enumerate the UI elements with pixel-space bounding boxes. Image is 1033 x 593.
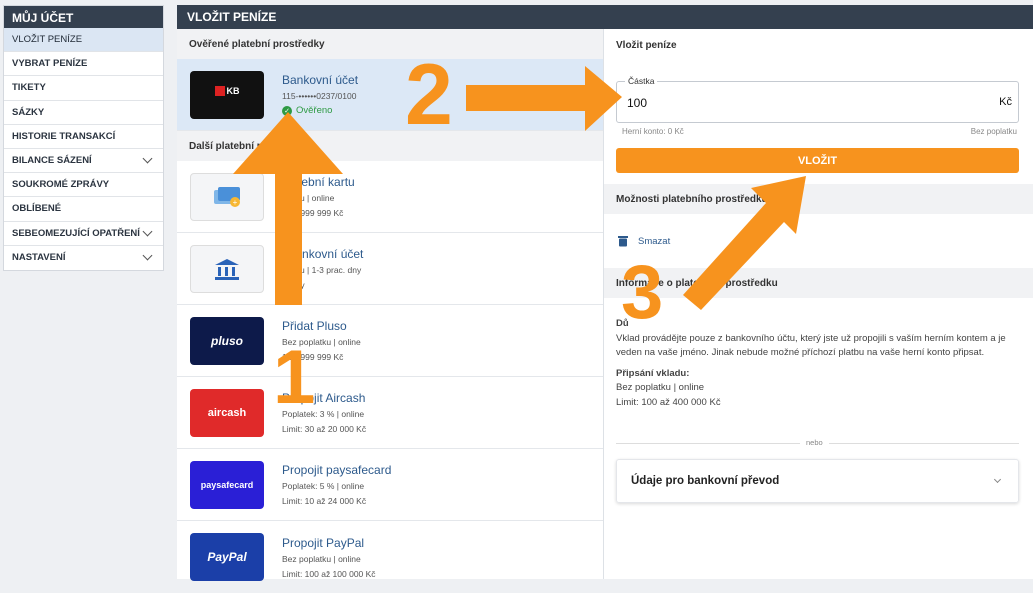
sidebar-title: MŮJ ÚČET bbox=[4, 6, 163, 28]
amount-label: Částka bbox=[625, 76, 658, 86]
payment-methods-column: Ověřené platební prostředky KB Bankovní … bbox=[177, 29, 603, 581]
sidebar-item-history[interactable]: HISTORIE TRANSAKCÍ bbox=[4, 125, 163, 149]
sidebar-item-withdraw[interactable]: VYBRAT PENÍZE bbox=[4, 52, 163, 77]
method-title: platební kartu bbox=[282, 175, 355, 189]
deposit-panel: VLOŽIT PENÍZE Ověřené platební prostředk… bbox=[177, 5, 1033, 581]
or-label: nebo bbox=[800, 438, 829, 447]
paypal-logo-text: PayPal bbox=[207, 550, 247, 564]
method-fee: platku | online bbox=[282, 193, 335, 203]
method-title: Propojit paysafecard bbox=[282, 463, 392, 477]
bank-transfer-label: Údaje pro bankovní převod bbox=[631, 475, 780, 487]
deposit-form-column: Vložit peníze Částka 100 Kč Herní konto:… bbox=[603, 29, 1033, 579]
chevron-down-icon bbox=[142, 226, 153, 237]
other-methods-heading: Další platební pros bbox=[177, 131, 603, 161]
sidebar-item-messages[interactable]: SOUKROMÉ ZPRÁVY bbox=[4, 173, 163, 198]
sidebar-item-settings[interactable]: NASTAVENÍ bbox=[4, 246, 163, 270]
info-text: Vklad provádějte pouze z bankovního účtu… bbox=[616, 332, 1006, 359]
sidebar-item-self-limit[interactable]: SEBEOMEZUJÍCÍ OPATŘENÍ bbox=[4, 222, 163, 246]
verified-methods-heading: Ověřené platební prostředky bbox=[177, 29, 603, 59]
method-limit: Limit: 10 až 24 000 Kč bbox=[282, 496, 367, 506]
paysafecard-logo-text: paysafecard bbox=[200, 479, 254, 490]
delete-label: Smazat bbox=[638, 235, 671, 247]
chevron-down-icon bbox=[993, 475, 1002, 483]
pluso-logo-text: pluso bbox=[211, 333, 243, 348]
method-title: Přidat Pluso bbox=[282, 319, 347, 333]
sidebar-item-balance[interactable]: BILANCE SÁZENÍ bbox=[4, 149, 163, 174]
sidebar-item-label: SEBEOMEZUJÍCÍ OPATŘENÍ bbox=[12, 227, 140, 239]
chevron-down-icon bbox=[142, 153, 153, 164]
deposit-button[interactable]: VLOŽIT bbox=[616, 148, 1019, 173]
kb-logo-text: KB bbox=[226, 85, 240, 96]
bank-icon bbox=[190, 244, 264, 293]
info-title: Dů bbox=[616, 318, 629, 329]
kb-logo: KB bbox=[190, 70, 264, 119]
check-icon: ✓ bbox=[282, 105, 292, 116]
bank-transfer-details[interactable]: Údaje pro bankovní převod bbox=[616, 459, 1019, 503]
sidebar-item-tickets[interactable]: TIKETY bbox=[4, 76, 163, 101]
method-fee: Bez poplatku | online bbox=[282, 553, 361, 564]
method-title: Propojit PayPal bbox=[282, 535, 365, 550]
verified-status: ✓ Ověřeno bbox=[282, 105, 358, 116]
verified-bank-account[interactable]: KB Bankovní účet 115-••••••0237/0100 ✓ Ov… bbox=[177, 59, 603, 131]
verified-title: Bankovní účet bbox=[282, 73, 359, 87]
card-icon: + bbox=[190, 172, 264, 221]
sidebar-item-bets[interactable]: SÁZKY bbox=[4, 101, 163, 125]
svg-text:+: + bbox=[233, 198, 238, 207]
verified-status-text: Ověřeno bbox=[296, 105, 333, 116]
credit-title: Připsání vkladu: bbox=[616, 367, 690, 379]
sidebar-item-label: OBLÍBENÉ bbox=[12, 203, 62, 215]
amount-field[interactable]: Částka 100 Kč bbox=[616, 76, 1019, 123]
method-limit: 0 až 999 999 Kč bbox=[282, 208, 344, 218]
pluso-logo: pluso bbox=[190, 316, 264, 365]
account-number: 115-••••••0237/0100 bbox=[282, 91, 357, 101]
paypal-logo: PayPal bbox=[190, 533, 264, 581]
add-aircash-method[interactable]: aircash Propojit Aircash Poplatek: 3 % |… bbox=[177, 377, 603, 449]
step-number-2: 2 bbox=[405, 47, 453, 143]
options-heading: Možnosti platebního prostředku bbox=[604, 184, 1033, 214]
sidebar-item-label: SÁZKY bbox=[12, 106, 45, 118]
sidebar-item-label: HISTORIE TRANSAKCÍ bbox=[12, 130, 116, 142]
method-limit: banky bbox=[282, 280, 305, 290]
method-limit: Limit: 30 až 20 000 Kč bbox=[282, 424, 367, 434]
add-paysafecard-method[interactable]: paysafecard Propojit paysafecard Poplate… bbox=[177, 449, 603, 521]
currency-label: Kč bbox=[999, 96, 1012, 108]
game-account-balance: Herní konto: 0 Kč bbox=[622, 127, 684, 136]
info-block: Dů Vklad provádějte pouze z bankovního ú… bbox=[616, 317, 1021, 410]
paysafecard-logo: paysafecard bbox=[190, 460, 264, 509]
sidebar-item-label: TIKETY bbox=[12, 82, 46, 94]
step-number-3: 3 bbox=[621, 250, 664, 335]
sidebar-item-favorites[interactable]: OBLÍBENÉ bbox=[4, 197, 163, 222]
method-fee: Poplatek: 5 % | online bbox=[282, 481, 365, 491]
aircash-logo: aircash bbox=[190, 388, 264, 437]
sidebar-item-label: BILANCE SÁZENÍ bbox=[12, 155, 92, 167]
method-limit: Limit: 100 až 100 000 Kč bbox=[282, 568, 376, 579]
sidebar-item-label: VLOŽIT PENÍZE bbox=[12, 34, 83, 46]
add-bank-method[interactable]: t bankovní účet platku | 1-3 prac. dny b… bbox=[177, 233, 603, 305]
method-fee: platku | 1-3 prac. dny bbox=[282, 265, 362, 275]
sidebar-item-deposit[interactable]: VLOŽIT PENÍZE bbox=[4, 28, 163, 53]
add-paypal-method[interactable]: PayPal Propojit PayPal Bez poplatku | on… bbox=[177, 521, 603, 593]
aircash-logo-text: aircash bbox=[207, 406, 247, 419]
page-title: VLOŽIT PENÍZE bbox=[177, 5, 1033, 29]
add-pluso-method[interactable]: pluso Přidat Pluso Bez poplatku | online… bbox=[177, 305, 603, 377]
method-title: t bankovní účet bbox=[282, 247, 364, 261]
account-sidebar: MŮJ ÚČET VLOŽIT PENÍZE VYBRAT PENÍZE TIK… bbox=[3, 5, 164, 271]
deposit-heading: Vložit peníze bbox=[604, 29, 1033, 61]
chevron-down-icon bbox=[142, 250, 153, 261]
sidebar-item-label: SOUKROMÉ ZPRÁVY bbox=[12, 179, 110, 191]
add-card-method[interactable]: + platební kartu platku | online 0 až 99… bbox=[177, 161, 603, 233]
step-number-1: 1 bbox=[273, 335, 316, 420]
info-heading: Informace o platebním prostředku bbox=[604, 268, 1033, 298]
credit-limit: Limit: 100 až 400 000 Kč bbox=[616, 396, 721, 408]
fee-label: Bez poplatku bbox=[970, 127, 1017, 136]
delete-button[interactable]: Smazat bbox=[618, 235, 670, 247]
sidebar-item-label: NASTAVENÍ bbox=[12, 252, 66, 264]
amount-input[interactable]: 100 bbox=[627, 96, 647, 110]
credit-fee: Bez poplatku | online bbox=[616, 382, 705, 393]
sidebar-item-label: VYBRAT PENÍZE bbox=[12, 58, 88, 70]
trash-icon bbox=[618, 236, 628, 247]
